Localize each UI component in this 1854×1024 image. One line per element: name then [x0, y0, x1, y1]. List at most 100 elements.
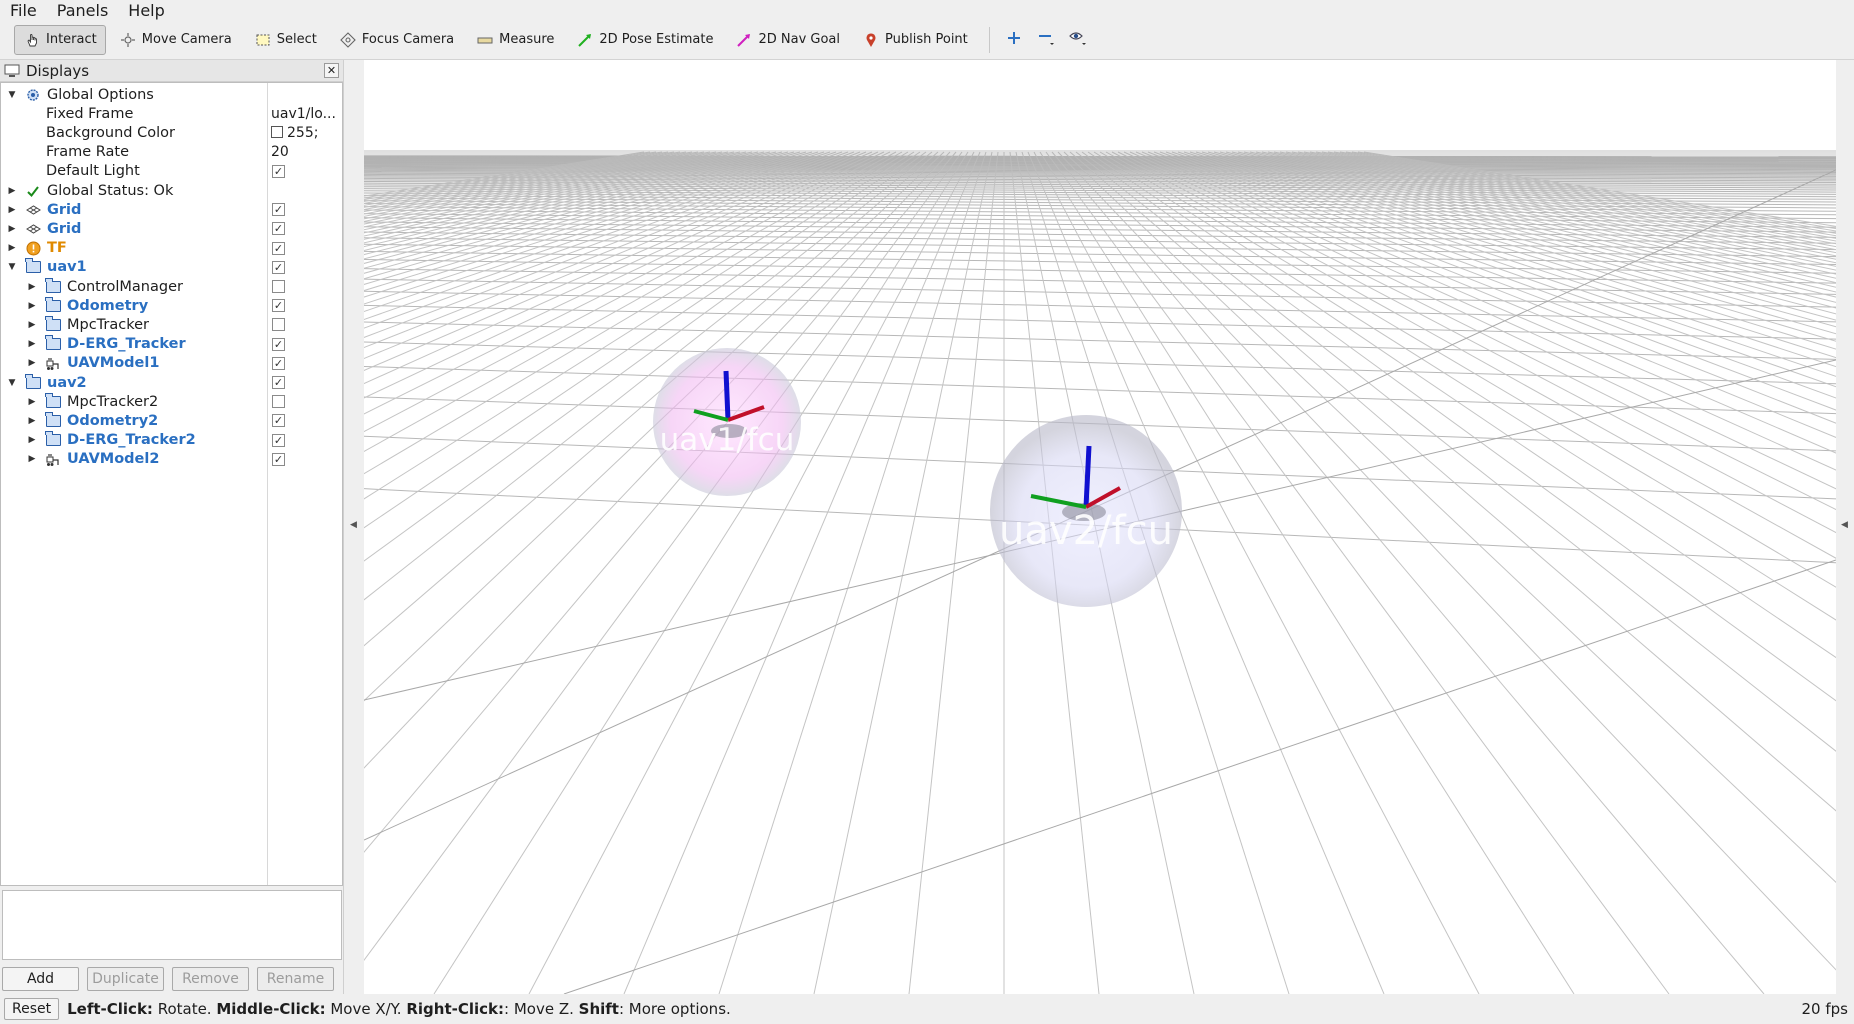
visibility-checkbox[interactable]: ✓	[272, 433, 285, 447]
left-splitter[interactable]: ◀	[344, 60, 364, 994]
render-viewport[interactable]: uav1/fcu uav2/fcu	[364, 60, 1836, 994]
grid-line	[364, 151, 813, 285]
expand-closed-icon[interactable]: ▶	[27, 282, 37, 292]
visibility-checkbox[interactable]	[272, 318, 285, 332]
tree-row-label: UAVModel1	[67, 355, 160, 372]
gear-icon	[25, 87, 41, 103]
visibility-checkbox[interactable]: ✓	[272, 299, 285, 313]
remove-tool-button[interactable]	[1030, 25, 1062, 55]
tree-row-uav-model1[interactable]: ▶ UAVModel1 ✓	[1, 354, 342, 373]
visibility-checkbox[interactable]: ✓	[272, 376, 285, 389]
tree-row-value[interactable]: uav1/lo...	[271, 106, 336, 122]
view-options-button[interactable]	[1062, 25, 1094, 55]
focus-camera-tool-button[interactable]: Focus Camera	[330, 25, 463, 55]
remove-display-button[interactable]: Remove	[172, 967, 249, 991]
tree-row-label: Fixed Frame	[46, 105, 134, 122]
tree-row-global-status[interactable]: ▶ Global Status: Ok	[1, 181, 342, 200]
tree-row-label: Odometry	[67, 297, 149, 314]
publish-point-tool-button[interactable]: Publish Point	[853, 25, 977, 55]
tree-row-derg-tracker[interactable]: ▶ D-ERG_Tracker ✓	[1, 335, 342, 354]
expand-closed-icon[interactable]: ▶	[27, 358, 37, 368]
expand-closed-icon[interactable]: ▶	[27, 301, 37, 311]
interact-tool-button[interactable]: Interact	[14, 24, 106, 55]
right-splitter[interactable]: ◀	[1836, 60, 1854, 994]
nav-goal-tool-button[interactable]: 2D Nav Goal	[726, 25, 849, 55]
visibility-checkbox[interactable]: ✓	[272, 452, 285, 466]
tree-row-odometry2[interactable]: ▶ Odometry2 ✓	[1, 411, 342, 430]
tree-row-derg-tracker2[interactable]: ▶ D-ERG_Tracker2 ✓	[1, 431, 342, 450]
grid-line	[1075, 151, 1836, 752]
close-panel-button[interactable]: ✕	[324, 63, 339, 78]
tree-row-uav1-group[interactable]: ▼ uav1 ✓	[1, 258, 342, 277]
visibility-checkbox[interactable]: ✓	[272, 260, 285, 274]
tree-row-mpc-tracker[interactable]: ▶ MpcTracker	[1, 315, 342, 334]
left-click-hint: Left-Click:	[67, 1000, 153, 1018]
displays-tree[interactable]: ▼ Global Options Fixed Frame uav1/lo... Back…	[0, 82, 343, 886]
expand-closed-icon[interactable]: ▶	[7, 224, 17, 234]
expand-open-icon[interactable]: ▼	[7, 378, 17, 388]
expand-closed-icon[interactable]: ▶	[27, 454, 37, 464]
tree-row-control-manager[interactable]: ▶ ControlManager	[1, 277, 342, 296]
expand-closed-icon[interactable]: ▶	[7, 205, 17, 215]
tree-row-label: Default Light	[46, 163, 140, 180]
menu-file[interactable]: File	[6, 1, 41, 20]
expand-closed-icon[interactable]: ▶	[27, 416, 37, 426]
expand-closed-icon[interactable]: ▶	[27, 435, 37, 445]
tree-row-grid-2[interactable]: ▶ Grid ✓	[1, 219, 342, 238]
tree-row-fixed-frame[interactable]: Fixed Frame uav1/lo...	[1, 104, 342, 123]
grid-line	[1093, 151, 1836, 621]
grid-line	[364, 151, 849, 329]
middle-click-desc: Move X/Y.	[325, 1000, 407, 1018]
tree-row-odometry[interactable]: ▶ Odometry ✓	[1, 296, 342, 315]
visibility-checkbox[interactable]: ✓	[272, 414, 285, 428]
pose-estimate-tool-button[interactable]: 2D Pose Estimate	[567, 25, 722, 55]
minus-icon	[1036, 28, 1056, 52]
visibility-checkbox[interactable]: ✓	[272, 337, 285, 351]
tree-row-grid-1[interactable]: ▶ Grid ✓	[1, 200, 342, 219]
tree-row-uav2-group[interactable]: ▼ uav2 ✓	[1, 373, 342, 392]
publish-point-label: Publish Point	[885, 32, 968, 47]
expand-closed-icon[interactable]: ▶	[27, 339, 37, 349]
visibility-checkbox[interactable]: ✓	[272, 356, 285, 370]
nav-goal-label: 2D Nav Goal	[758, 32, 841, 47]
menu-help[interactable]: Help	[124, 1, 168, 20]
add-display-button[interactable]: Add	[2, 967, 79, 991]
grid-line	[433, 151, 969, 994]
tree-row-default-light[interactable]: Default Light ✓	[1, 162, 342, 181]
tree-row-value[interactable]: 20	[271, 144, 289, 160]
reset-button[interactable]: Reset	[4, 998, 60, 1020]
visibility-checkbox[interactable]: ✓	[272, 241, 285, 255]
expand-open-icon[interactable]: ▼	[7, 90, 17, 100]
add-tool-button[interactable]	[998, 25, 1030, 55]
pose-estimate-label: 2D Pose Estimate	[599, 32, 714, 47]
grid-line	[364, 151, 651, 199]
tree-row-mpc-tracker2[interactable]: ▶ MpcTracker2	[1, 392, 342, 411]
visibility-checkbox[interactable]: ✓	[272, 222, 285, 236]
rename-display-button[interactable]: Rename	[257, 967, 334, 991]
move-camera-tool-button[interactable]: Move Camera	[110, 25, 241, 55]
expand-closed-icon[interactable]: ▶	[7, 186, 17, 196]
tree-row-label: D-ERG_Tracker2	[67, 432, 196, 449]
expand-closed-icon[interactable]: ▶	[27, 397, 37, 407]
expand-open-icon[interactable]: ▼	[7, 262, 17, 272]
measure-tool-button[interactable]: Measure	[467, 25, 563, 55]
tree-row-frame-rate[interactable]: Frame Rate 20	[1, 143, 342, 162]
tree-row-tf[interactable]: ▶ TF ✓	[1, 239, 342, 258]
expand-closed-icon[interactable]: ▶	[27, 320, 37, 330]
visibility-checkbox[interactable]	[272, 395, 285, 409]
uav1-marker: uav1/fcu	[653, 348, 801, 496]
folder-icon	[45, 392, 61, 410]
tree-row-global-options[interactable]: ▼ Global Options	[1, 85, 342, 104]
tree-row-uav-model2[interactable]: ▶ UAVModel2 ✓	[1, 450, 342, 469]
select-tool-button[interactable]: Select	[245, 25, 326, 55]
menu-panels[interactable]: Panels	[53, 1, 113, 20]
tree-row-background-color[interactable]: Background Color 255;	[1, 123, 342, 142]
tree-row-value[interactable]: 255;	[271, 125, 318, 141]
expand-closed-icon[interactable]: ▶	[7, 243, 17, 253]
visibility-checkbox[interactable]: ✓	[272, 164, 285, 178]
duplicate-display-button[interactable]: Duplicate	[87, 967, 164, 991]
grid-line	[364, 151, 705, 217]
green-arrow-icon	[576, 31, 594, 49]
visibility-checkbox[interactable]	[272, 280, 285, 293]
visibility-checkbox[interactable]: ✓	[272, 203, 285, 217]
